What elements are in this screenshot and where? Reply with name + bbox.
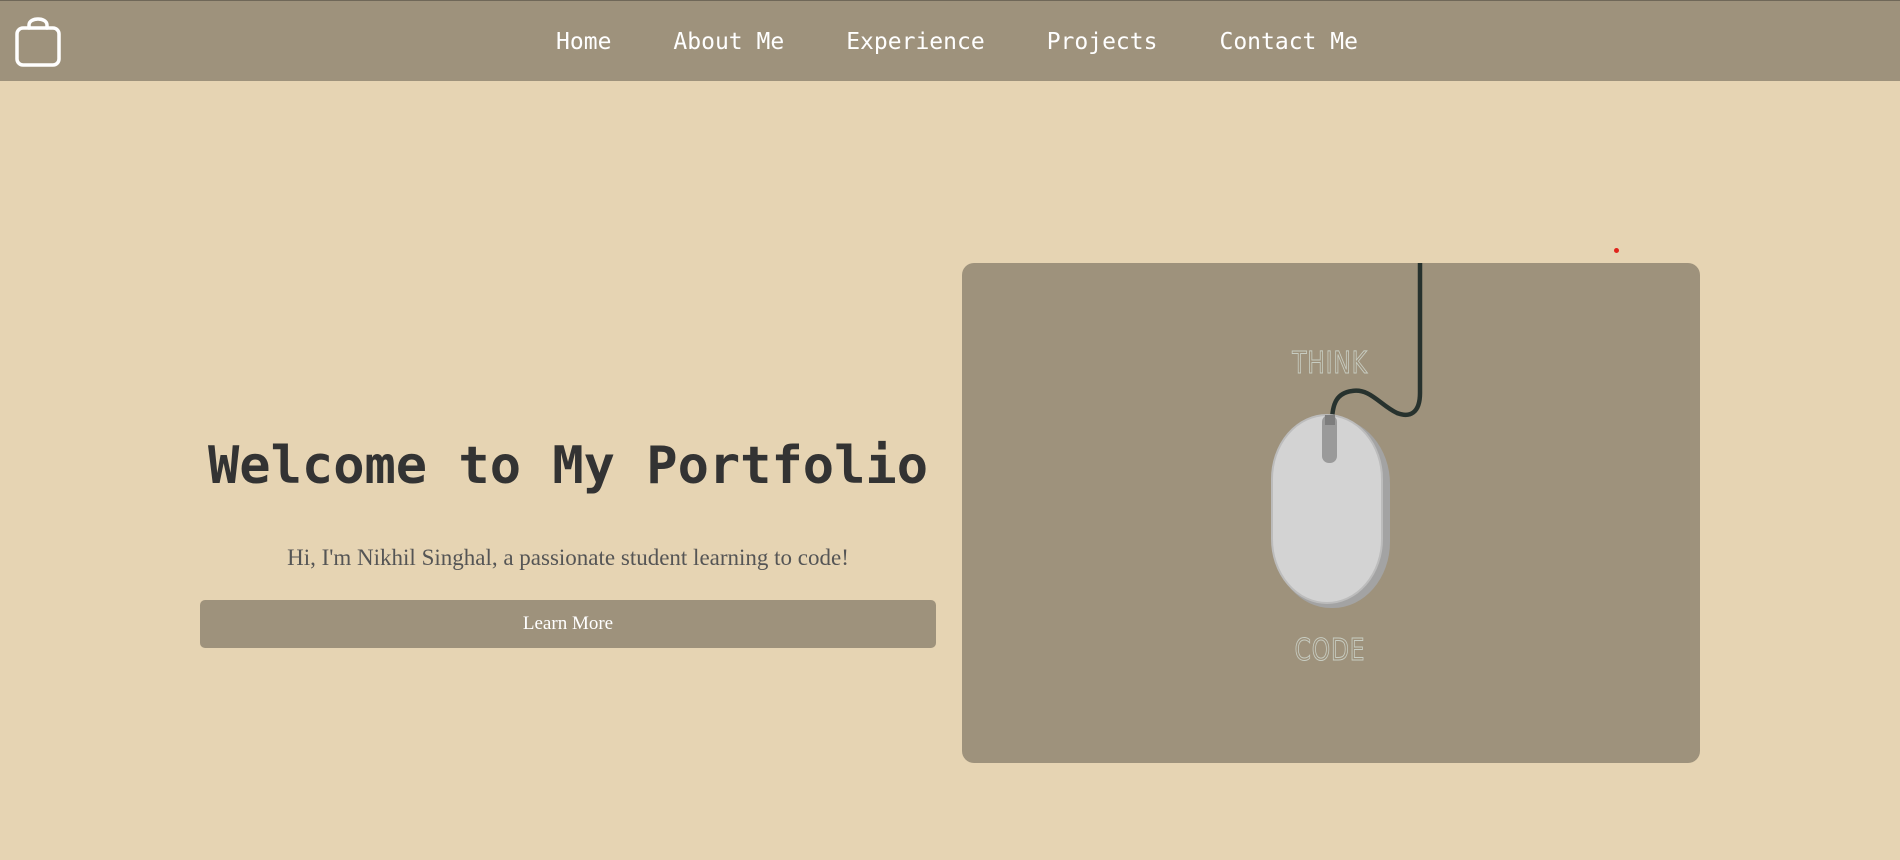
- nav-link-home[interactable]: Home: [556, 29, 611, 55]
- nav-link-projects[interactable]: Projects: [1047, 29, 1158, 55]
- think-text: THINK: [1291, 346, 1368, 381]
- main-navigation: Home About Me Experience Projects Contac…: [0, 1, 1900, 82]
- nav-link-contact-me[interactable]: Contact Me: [1219, 29, 1357, 55]
- code-text: CODE: [1295, 633, 1366, 668]
- hero-subtitle: Hi, I'm Nikhil Singhal, a passionate stu…: [287, 545, 849, 570]
- top-navbar: Home About Me Experience Projects Contac…: [0, 0, 1900, 81]
- hero-title: Welcome to My Portfolio: [207, 436, 929, 496]
- nav-link-about-me[interactable]: About Me: [673, 29, 784, 55]
- red-dot: [1614, 248, 1619, 253]
- nav-link-experience[interactable]: Experience: [846, 29, 984, 55]
- learn-more-button[interactable]: Learn More: [200, 600, 936, 648]
- hero-image: THINK CODE: [962, 263, 1700, 763]
- computer-mouse-icon: THINK CODE: [1271, 263, 1423, 668]
